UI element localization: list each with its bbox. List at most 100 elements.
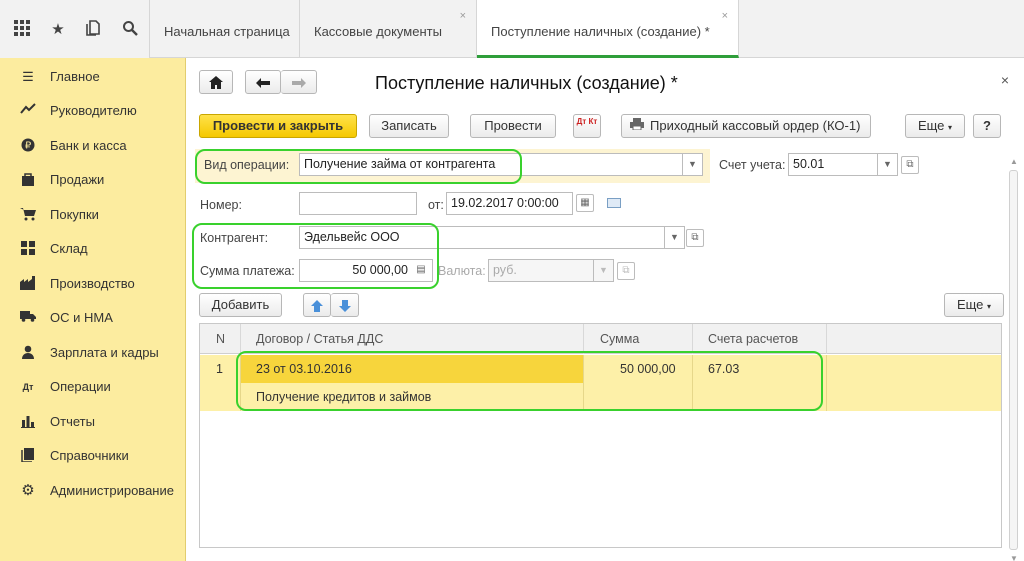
- open-icon[interactable]: ⧉: [617, 262, 635, 280]
- sidebar-item-label: ОС и НМА: [50, 310, 113, 325]
- move-down-button[interactable]: [331, 293, 359, 317]
- scrollbar[interactable]: [1009, 157, 1018, 561]
- currency-field[interactable]: руб.: [488, 259, 594, 282]
- account-field[interactable]: 50.01: [788, 153, 878, 176]
- row-number: 1: [216, 362, 223, 376]
- history-icon[interactable]: [84, 20, 104, 40]
- number-label: Номер:: [200, 198, 242, 212]
- tab-home[interactable]: Начальная страница: [150, 0, 300, 58]
- column-header[interactable]: Договор / Статья ДДС: [256, 332, 383, 346]
- tab-cash-receipt[interactable]: Поступление наличных (создание) * ×: [477, 0, 739, 58]
- sidebar-item-reports[interactable]: Отчеты: [0, 409, 186, 435]
- sidebar-item-assets[interactable]: ОС и НМА: [0, 305, 186, 331]
- sidebar-item-label: Администрирование: [50, 483, 174, 498]
- menu-icon: ☰: [22, 69, 34, 84]
- document-form: Поступление наличных (создание) * × Пров…: [187, 58, 1024, 561]
- open-icon[interactable]: ⧉: [686, 229, 704, 247]
- sidebar-item-operations[interactable]: Дт Операции: [0, 374, 186, 400]
- help-button[interactable]: ?: [973, 114, 1001, 138]
- sidebar-item-main[interactable]: ☰ Главное: [0, 64, 186, 90]
- factory-icon: [20, 276, 36, 292]
- chart-icon: [20, 103, 36, 119]
- sidebar-item-label: Отчеты: [50, 414, 95, 429]
- tab-cash-documents[interactable]: Кассовые документы ×: [300, 0, 477, 58]
- tab-label: Кассовые документы: [314, 24, 442, 39]
- post-button[interactable]: Провести: [470, 114, 556, 138]
- document-icon[interactable]: [607, 198, 621, 208]
- sidebar-item-label: Главное: [50, 69, 100, 84]
- print-order-label: Приходный кассовый ордер (КО-1): [650, 118, 861, 133]
- apps-grid-icon[interactable]: [12, 20, 32, 40]
- back-button[interactable]: [245, 70, 281, 94]
- chevron-down-icon[interactable]: ▼: [665, 226, 685, 249]
- sidebar-item-label: Справочники: [50, 448, 129, 463]
- sidebar-item-manager[interactable]: Руководителю: [0, 98, 186, 124]
- highlight-counterparty-amount: [192, 223, 439, 289]
- chevron-down-icon[interactable]: ▼: [878, 153, 898, 176]
- sidebar-item-label: Производство: [50, 276, 135, 291]
- move-up-button[interactable]: [303, 293, 331, 317]
- dt-kt-button[interactable]: Дт Кт: [573, 114, 601, 138]
- date-field[interactable]: 19.02.2017 0:00:00: [446, 192, 573, 215]
- account-label: Счет учета:: [719, 158, 786, 172]
- top-bar: ★ Начальная страница Кассовые документы …: [0, 0, 1024, 58]
- warehouse-icon: [20, 241, 36, 257]
- more-button[interactable]: Еще ▾: [905, 114, 965, 138]
- add-button[interactable]: Добавить: [199, 293, 282, 317]
- gear-icon: ⚙: [21, 482, 35, 499]
- column-header[interactable]: Счета расчетов: [708, 332, 798, 346]
- post-and-close-button[interactable]: Провести и закрыть: [199, 114, 357, 138]
- chevron-down-icon[interactable]: ▼: [683, 153, 703, 176]
- save-button[interactable]: Записать: [369, 114, 449, 138]
- sidebar-item-purchases[interactable]: Покупки: [0, 202, 186, 228]
- date-label: от:: [428, 198, 444, 212]
- star-icon[interactable]: ★: [48, 20, 68, 40]
- close-icon[interactable]: ×: [722, 10, 728, 22]
- sidebar-item-bank[interactable]: ₽ Банк и касса: [0, 133, 186, 159]
- report-icon: [20, 414, 36, 430]
- payments-table: N Договор / Статья ДДС Сумма Счета расче…: [199, 323, 1002, 548]
- column-header[interactable]: N: [216, 332, 225, 346]
- sidebar-item-directories[interactable]: Справочники: [0, 443, 186, 469]
- bank-icon: ₽: [20, 138, 36, 154]
- print-order-button[interactable]: Приходный кассовый ордер (КО-1): [621, 114, 871, 138]
- tab-label: Поступление наличных (создание) *: [491, 24, 710, 39]
- book-icon: [20, 448, 36, 464]
- sidebar-item-sales[interactable]: Продажи: [0, 167, 186, 193]
- search-icon[interactable]: [120, 20, 140, 40]
- column-header[interactable]: Сумма: [600, 332, 639, 346]
- calendar-icon[interactable]: ▦: [576, 194, 594, 212]
- number-field[interactable]: [299, 192, 417, 215]
- home-button[interactable]: [199, 70, 233, 94]
- svg-text:₽: ₽: [25, 141, 32, 152]
- sidebar-item-label: Руководителю: [50, 103, 137, 118]
- open-icon[interactable]: ⧉: [901, 156, 919, 174]
- cart-icon: [20, 207, 36, 223]
- chevron-down-icon: ▾: [987, 302, 992, 311]
- sidebar-item-label: Операции: [50, 379, 111, 394]
- sidebar-item-salary[interactable]: Зарплата и кадры: [0, 340, 186, 366]
- top-icons: ★: [0, 0, 150, 58]
- more-label: Еще: [917, 118, 945, 133]
- dt-kt-icon: Дт Кт: [576, 117, 598, 126]
- arrow-right-icon: [291, 77, 306, 88]
- sidebar-item-admin[interactable]: ⚙ Администрирование: [0, 478, 186, 504]
- bag-icon: [20, 172, 36, 188]
- more-label: Еще: [956, 297, 984, 312]
- sidebar-item-warehouse[interactable]: Склад: [0, 236, 186, 262]
- highlight-operation: [195, 149, 522, 184]
- forward-button[interactable]: [281, 70, 317, 94]
- chevron-down-icon[interactable]: ▼: [594, 259, 614, 282]
- person-icon: [20, 345, 36, 361]
- printer-icon: [630, 115, 644, 137]
- truck-icon: [20, 310, 36, 326]
- table-more-button[interactable]: Еще ▾: [944, 293, 1004, 317]
- tab-label: Начальная страница: [164, 24, 290, 39]
- arrow-down-icon: [338, 299, 351, 312]
- sidebar-item-label: Зарплата и кадры: [50, 345, 159, 360]
- arrow-up-icon: [311, 299, 323, 312]
- close-icon[interactable]: ×: [1001, 72, 1009, 88]
- sidebar-item-label: Покупки: [50, 207, 99, 222]
- close-icon[interactable]: ×: [460, 10, 466, 22]
- sidebar-item-production[interactable]: Производство: [0, 271, 186, 297]
